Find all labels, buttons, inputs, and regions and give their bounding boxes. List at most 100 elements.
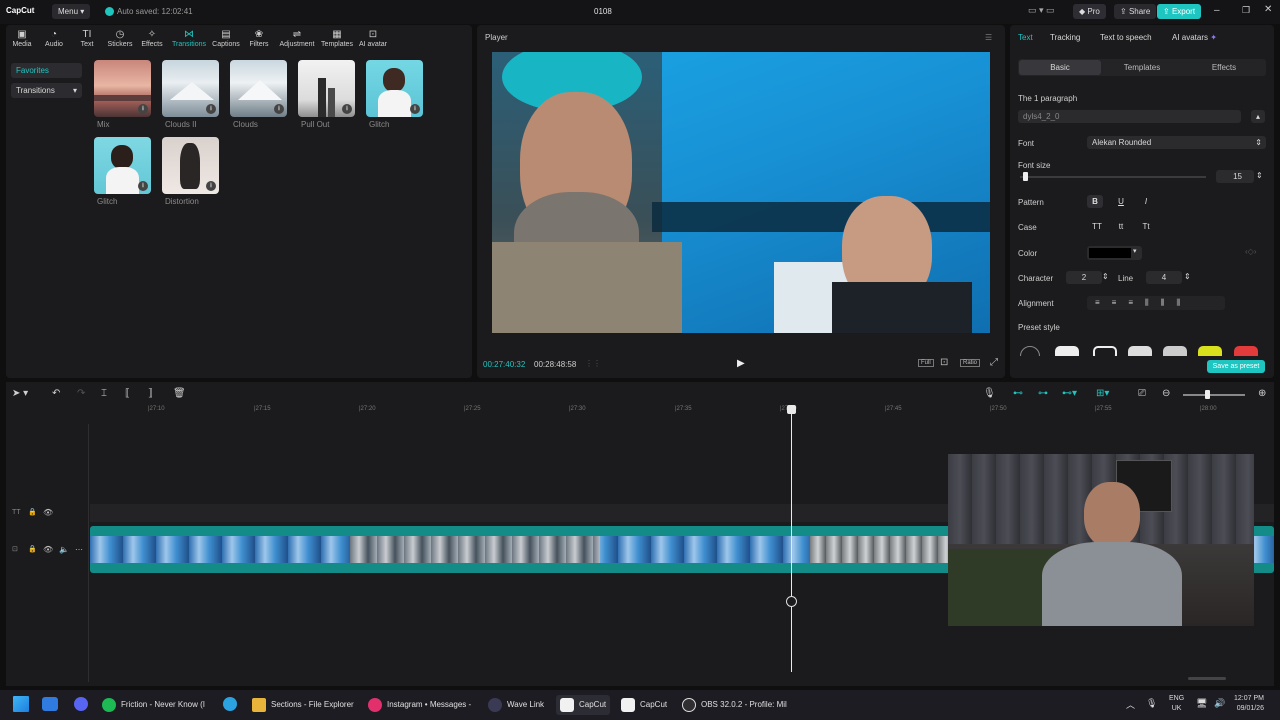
preview-axis-icon[interactable]: ⊞▾ bbox=[1096, 388, 1109, 399]
maximize-button[interactable]: ❐ bbox=[1242, 5, 1250, 16]
lock-icon[interactable]: 🔒 bbox=[28, 545, 37, 553]
export-button[interactable]: ⇪ Export bbox=[1157, 4, 1202, 19]
save-as-preset-button[interactable]: Save as preset bbox=[1207, 360, 1265, 373]
case-upper-button[interactable]: TT bbox=[1089, 220, 1105, 233]
eye-icon[interactable]: 👁 bbox=[43, 508, 53, 517]
preset-style[interactable] bbox=[1093, 346, 1117, 356]
character-input[interactable]: 2 bbox=[1066, 271, 1102, 284]
transition-thumb[interactable]: ⭳ bbox=[230, 60, 287, 117]
taskbar-obs[interactable]: OBS 32.0.2 - Profile: Mil bbox=[682, 695, 787, 715]
preset-style[interactable] bbox=[1163, 346, 1187, 356]
font-size-stepper-icon[interactable]: ⇕ bbox=[1256, 171, 1263, 180]
project-name[interactable]: 0108 bbox=[594, 7, 612, 16]
collapse-icon[interactable]: ▴ bbox=[1251, 110, 1265, 123]
play-button[interactable]: ▶ bbox=[737, 358, 745, 369]
snap-icon[interactable]: ⊷▾ bbox=[1062, 388, 1077, 399]
crop-icon[interactable]: ⊡ bbox=[940, 357, 948, 368]
preset-none[interactable] bbox=[1020, 346, 1040, 356]
tab-text[interactable]: Text bbox=[1018, 33, 1033, 42]
transition-thumb[interactable]: ⭳ bbox=[366, 60, 423, 117]
taskbar-wave-link[interactable]: Wave Link bbox=[488, 695, 544, 715]
language-indicator[interactable]: ENG UK bbox=[1169, 694, 1184, 714]
caption-icon[interactable]: ⎚ bbox=[1138, 388, 1146, 399]
video-preview[interactable] bbox=[492, 52, 990, 333]
font-size-slider[interactable] bbox=[1020, 176, 1206, 178]
fullscreen-icon[interactable]: ⤢ bbox=[990, 357, 998, 368]
zoom-slider[interactable] bbox=[1183, 394, 1245, 396]
menu-button[interactable]: Menu ▾ bbox=[52, 4, 91, 19]
select-tool-icon[interactable]: ➤ ▾ bbox=[12, 388, 28, 399]
tool-ai-avatar[interactable]: ⊡ AI avatar bbox=[351, 29, 395, 48]
sidebar-favorites[interactable]: Favorites bbox=[11, 63, 82, 78]
link-icon[interactable]: ⊷ bbox=[1013, 388, 1023, 399]
ratio-button[interactable]: Ratio bbox=[960, 359, 981, 367]
zoom-handle[interactable] bbox=[1205, 390, 1210, 399]
outlook-icon[interactable] bbox=[42, 697, 58, 711]
grid-icon[interactable]: ⋮⋮ bbox=[585, 359, 601, 368]
character-stepper-icon[interactable]: ⇕ bbox=[1102, 272, 1109, 281]
undo-icon[interactable]: ↶ bbox=[52, 388, 60, 399]
subtab-basic[interactable]: Basic bbox=[1019, 60, 1101, 75]
tray-mic-icon[interactable]: 🎙 bbox=[1146, 698, 1157, 709]
pro-button[interactable]: ◆ Pro bbox=[1073, 4, 1106, 19]
timeline-scrollbar[interactable] bbox=[1188, 677, 1226, 680]
split-icon[interactable]: ⌶ bbox=[101, 388, 107, 399]
zoom-out-icon[interactable]: ⊖ bbox=[1162, 388, 1170, 399]
transition-thumb[interactable]: ⭳ bbox=[162, 60, 219, 117]
download-icon[interactable]: ⭳ bbox=[138, 181, 148, 191]
telegram-icon[interactable] bbox=[223, 697, 237, 711]
minimize-button[interactable]: – bbox=[1214, 5, 1220, 16]
playhead[interactable] bbox=[791, 410, 792, 672]
tab-tracking[interactable]: Tracking bbox=[1050, 33, 1080, 42]
zoom-in-icon[interactable]: ⊕ bbox=[1258, 388, 1266, 399]
keyframe-icon[interactable]: ‹◇› bbox=[1245, 247, 1256, 256]
subtab-templates[interactable]: Templates bbox=[1101, 60, 1183, 75]
preset-style[interactable] bbox=[1055, 346, 1079, 356]
discord-icon[interactable] bbox=[74, 697, 88, 711]
line-stepper-icon[interactable]: ⇕ bbox=[1184, 272, 1191, 281]
taskbar-file-explorer[interactable]: Sections - File Explorer bbox=[252, 695, 354, 715]
layout-icon[interactable]: ▭ ▾ ▭ bbox=[1028, 5, 1055, 16]
redo-icon[interactable]: ↷ bbox=[77, 388, 85, 399]
underline-button[interactable]: U bbox=[1113, 195, 1129, 208]
transition-thumb[interactable]: ⭳ bbox=[162, 137, 219, 194]
download-icon[interactable]: ⭳ bbox=[206, 104, 216, 114]
download-icon[interactable]: ⭳ bbox=[342, 104, 352, 114]
full-button[interactable]: Full bbox=[918, 359, 934, 367]
download-icon[interactable]: ⭳ bbox=[410, 104, 420, 114]
share-button[interactable]: ⇪ Share bbox=[1114, 4, 1157, 19]
case-lower-button[interactable]: tt bbox=[1113, 220, 1129, 233]
tab-ai-avatars[interactable]: AI avatars ✦ bbox=[1172, 33, 1217, 42]
split-right-icon[interactable]: ⟧ bbox=[148, 388, 153, 399]
taskbar-spotify[interactable]: Friction - Never Know (I bbox=[102, 695, 205, 715]
transition-thumb[interactable]: ⭳ bbox=[94, 60, 151, 117]
subtab-effects[interactable]: Effects bbox=[1183, 60, 1265, 75]
magnet-icon[interactable]: ⊶ bbox=[1038, 388, 1048, 399]
download-icon[interactable]: ⭳ bbox=[274, 104, 284, 114]
preset-style[interactable] bbox=[1198, 346, 1222, 356]
transition-thumb[interactable]: ⭳ bbox=[298, 60, 355, 117]
lock-icon[interactable]: 🔒 bbox=[28, 508, 37, 516]
taskbar-instagram[interactable]: Instagram • Messages - bbox=[368, 695, 471, 715]
font-size-handle[interactable] bbox=[1023, 172, 1028, 181]
preset-style[interactable] bbox=[1234, 346, 1258, 356]
microphone-icon[interactable]: 🎙 bbox=[983, 388, 996, 399]
download-icon[interactable]: ⭳ bbox=[206, 181, 216, 191]
delete-icon[interactable]: 🗑 bbox=[173, 388, 186, 399]
eye-icon[interactable]: 👁 bbox=[43, 545, 53, 554]
italic-button[interactable]: I bbox=[1138, 195, 1154, 208]
taskbar-capcut-active[interactable]: CapCut bbox=[556, 695, 611, 715]
color-picker[interactable]: ▾ bbox=[1087, 246, 1142, 260]
tool-adjustment[interactable]: ⇌ Adjustment bbox=[275, 29, 319, 48]
speaker-icon[interactable]: 🔈 bbox=[59, 545, 69, 554]
playhead-handle[interactable] bbox=[787, 405, 796, 414]
font-size-input[interactable]: 15 bbox=[1216, 170, 1254, 183]
case-title-button[interactable]: Tt bbox=[1138, 220, 1154, 233]
windows-start-icon[interactable] bbox=[13, 696, 29, 712]
font-select[interactable]: Alekan Rounded ⇕ bbox=[1087, 136, 1266, 149]
bold-button[interactable]: B bbox=[1087, 195, 1103, 208]
network-icon[interactable]: 🖥 bbox=[1196, 698, 1207, 709]
sidebar-transitions[interactable]: Transitions ▾ bbox=[11, 83, 82, 98]
text-content-field[interactable]: dyls4_2_0 bbox=[1018, 110, 1241, 123]
volume-icon[interactable]: 🔊 bbox=[1214, 698, 1225, 709]
